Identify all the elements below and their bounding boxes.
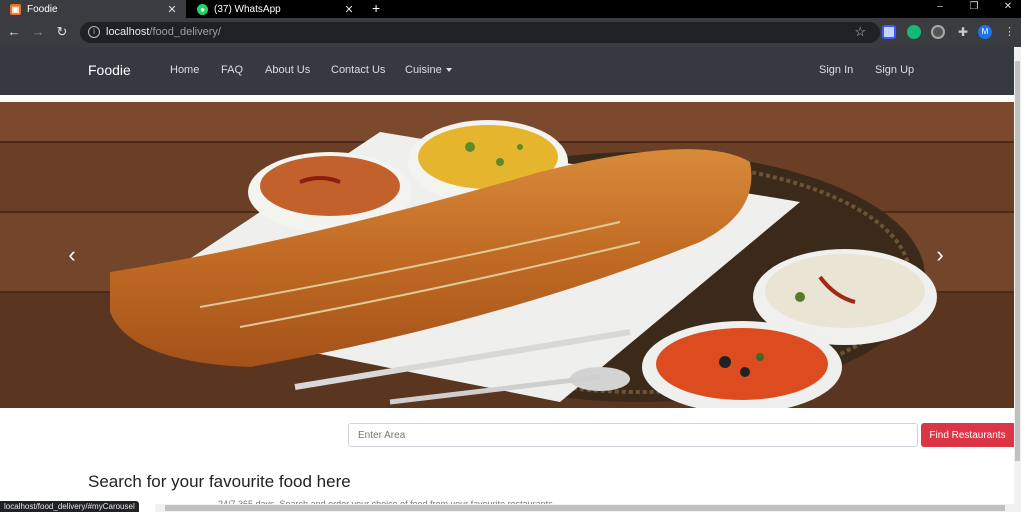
extension-icon[interactable] [882, 25, 896, 39]
scroll-thumb[interactable] [1015, 61, 1020, 461]
browser-toolbar: ← → ↻ i localhost/food_delivery/ ☆ ✚ M ⋮ [0, 18, 1021, 47]
nav-sign-up[interactable]: Sign Up [875, 64, 914, 76]
star-icon[interactable]: ☆ [854, 24, 866, 40]
nav-home[interactable]: Home [170, 64, 199, 76]
nav-cuisine-dropdown[interactable]: Cuisine [405, 64, 452, 76]
close-icon[interactable]: ✕ [164, 3, 180, 16]
carousel-next-chevron-icon[interactable]: › [925, 242, 955, 268]
puzzle-icon[interactable]: ✚ [956, 25, 970, 39]
profile-avatar[interactable]: M [978, 25, 992, 39]
nav-contact-us[interactable]: Contact Us [331, 64, 385, 76]
site-navbar: Foodie Home FAQ About Us Contact Us Cuis… [0, 47, 1014, 95]
nav-about-us[interactable]: About Us [265, 64, 310, 76]
reload-icon[interactable]: ↻ [54, 24, 70, 40]
url-host: localhost [106, 26, 150, 38]
area-search-input[interactable] [348, 423, 918, 447]
caret-down-icon [445, 68, 452, 73]
nav-sign-in[interactable]: Sign In [819, 64, 853, 76]
extension-icon[interactable] [931, 25, 945, 39]
horizontal-scrollbar[interactable] [155, 504, 1014, 512]
tab-strip: ▣ Foodie ✕ ● (37) WhatsApp ✕ + – ❐ ✕ [0, 0, 1021, 18]
tab-foodie[interactable]: ▣ Foodie ✕ [0, 0, 186, 18]
find-restaurants-button[interactable]: Find Restaurants [921, 423, 1014, 447]
web-page: Foodie Home FAQ About Us Contact Us Cuis… [0, 47, 1014, 512]
status-url-bubble: localhost/food_delivery/#myCarousel [0, 501, 139, 512]
new-tab-plus-icon[interactable]: + [372, 0, 380, 18]
url-text: localhost/food_delivery/ [106, 26, 221, 38]
window-close-icon[interactable]: ✕ [993, 0, 1021, 18]
minimize-icon[interactable]: – [925, 0, 955, 18]
close-icon[interactable]: ✕ [341, 3, 357, 16]
nav-cuisine-label: Cuisine [405, 64, 442, 76]
vertical-scrollbar[interactable] [1014, 47, 1021, 512]
carousel-food-image [0, 102, 1014, 408]
url-path: /food_delivery/ [149, 26, 221, 38]
grammarly-icon[interactable] [907, 25, 921, 39]
info-icon[interactable]: i [88, 26, 100, 38]
whatsapp-favicon-icon: ● [197, 3, 208, 15]
food-carousel: ‹ › [0, 102, 1014, 408]
kebab-menu-icon[interactable]: ⋮ [1004, 25, 1018, 39]
tab-whatsapp[interactable]: ● (37) WhatsApp ✕ [187, 0, 363, 18]
brand-logo[interactable]: Foodie [88, 62, 131, 78]
scroll-thumb[interactable] [165, 505, 1005, 511]
search-heading: Search for your favourite food here [88, 472, 351, 491]
tab-title: Foodie [27, 3, 58, 15]
tab-title: (37) WhatsApp [214, 3, 281, 15]
foodie-favicon-icon: ▣ [10, 3, 21, 15]
browser-window: ▣ Foodie ✕ ● (37) WhatsApp ✕ + – ❐ ✕ ← →… [0, 0, 1021, 512]
back-arrow-icon[interactable]: ← [6, 24, 22, 40]
address-bar[interactable]: i localhost/food_delivery/ ☆ [80, 22, 880, 43]
nav-faq[interactable]: FAQ [221, 64, 243, 76]
restore-icon[interactable]: ❐ [959, 0, 989, 18]
forward-arrow-icon[interactable]: → [30, 24, 46, 40]
carousel-prev-chevron-icon[interactable]: ‹ [57, 242, 87, 268]
